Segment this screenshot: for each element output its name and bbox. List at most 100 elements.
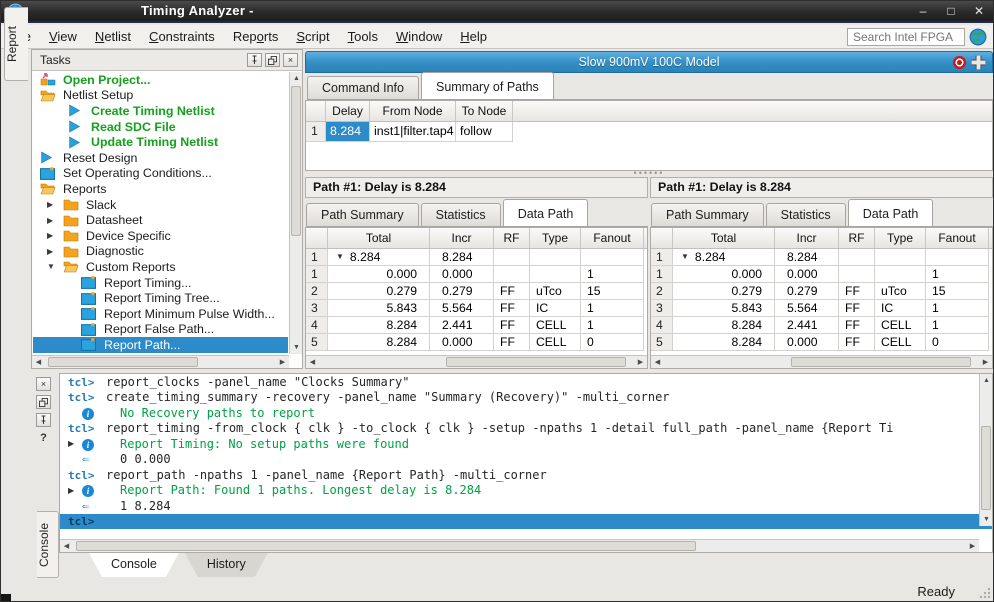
col-delay[interactable]: Delay (326, 101, 370, 121)
scrollbar-thumb[interactable] (76, 541, 696, 551)
chevron-down-icon[interactable]: ▼ (681, 249, 689, 265)
record-target-icon[interactable] (953, 56, 966, 69)
tab-path-summary[interactable]: Path Summary (651, 203, 764, 226)
table-row[interactable]: 2 0.279 0.279 FF uTco 15 (651, 283, 992, 300)
chevron-down-icon[interactable]: ▼ (43, 262, 63, 271)
chevron-right-icon[interactable]: ▶ (43, 200, 63, 209)
menu-constraints[interactable]: Constraints (140, 27, 224, 47)
menu-tools[interactable]: Tools (339, 27, 387, 47)
close-button[interactable]: ✕ (969, 2, 989, 20)
model-panel-titlebar[interactable]: Slow 900mV 100C Model (305, 51, 993, 73)
globe-icon[interactable] (969, 28, 987, 46)
tasks-vertical-scrollbar[interactable]: ▲ ▼ (289, 72, 302, 354)
close-icon[interactable]: × (283, 53, 298, 67)
task-netlist-setup[interactable]: Netlist Setup (33, 88, 288, 104)
task-report-timing[interactable]: Report Timing... (33, 275, 288, 291)
task-report-timing-tree[interactable]: Report Timing Tree... (33, 290, 288, 306)
task-create-timing-netlist[interactable]: Create Timing Netlist (33, 103, 288, 119)
table-row[interactable]: 3 5.843 5.564 FF IC 1 (306, 300, 647, 317)
col-incr[interactable]: Incr (775, 228, 839, 248)
task-open-project[interactable]: Open Project... (33, 72, 288, 88)
tab-statistics[interactable]: Statistics (766, 203, 846, 226)
scroll-left-icon[interactable]: ◀ (32, 356, 45, 369)
row-number[interactable]: 1 (306, 122, 326, 142)
scroll-down-icon[interactable]: ▼ (290, 341, 303, 354)
console-input-line[interactable]: tcl> (60, 514, 992, 530)
console-help-icon[interactable]: ? (36, 431, 51, 445)
tab-path-summary[interactable]: Path Summary (306, 203, 419, 226)
scroll-left-icon[interactable]: ◀ (306, 356, 319, 369)
tab-summary-of-paths[interactable]: Summary of Paths (421, 72, 554, 99)
to-node-cell[interactable]: follow (456, 122, 513, 142)
scroll-down-icon[interactable]: ▼ (980, 513, 993, 526)
col-fanout[interactable]: Fanout (581, 228, 644, 248)
menu-window[interactable]: Window (387, 27, 451, 47)
task-custom-reports-folder[interactable]: ▼ Custom Reports (33, 259, 288, 275)
col-incr[interactable]: Incr (430, 228, 494, 248)
scrollbar-thumb[interactable] (48, 357, 198, 367)
menu-view[interactable]: View (40, 27, 86, 47)
col-type[interactable]: Type (875, 228, 926, 248)
chevron-right-icon[interactable]: ▶ (43, 216, 63, 225)
tab-data-path[interactable]: Data Path (503, 199, 589, 226)
console-close-icon[interactable]: × (36, 377, 51, 391)
table-row[interactable]: 1 0.000 0.000 1 (651, 266, 992, 283)
col-total[interactable]: Total (673, 228, 775, 248)
from-node-cell[interactable]: inst1|filter.tap4 (370, 122, 456, 142)
task-datasheet-folder[interactable]: ▶ Datasheet (33, 212, 288, 228)
task-update-timing-netlist[interactable]: Update Timing Netlist (33, 134, 288, 150)
task-device-specific-folder[interactable]: ▶ Device Specific (33, 228, 288, 244)
tab-data-path[interactable]: Data Path (848, 199, 934, 226)
task-report-false-path[interactable]: Report False Path... (33, 322, 288, 338)
scroll-right-icon[interactable]: ▶ (276, 356, 289, 369)
table-row[interactable]: 5 8.284 0.000 FF CELL 0 (651, 334, 992, 351)
menu-script[interactable]: Script (287, 27, 338, 47)
float-icon[interactable] (265, 53, 280, 67)
task-reports-folder[interactable]: Reports (33, 181, 288, 197)
col-type[interactable]: Type (530, 228, 581, 248)
table-row[interactable]: 4 8.284 2.441 FF CELL 1 (306, 317, 647, 334)
pin-icon[interactable] (247, 53, 262, 67)
table-row[interactable]: 1 ▼8.284 8.284 (651, 249, 992, 266)
col-to-node[interactable]: To Node (456, 101, 513, 121)
console-panel[interactable]: tcl> report_clocks -panel_name "Clocks S… (59, 373, 993, 553)
expand-arrow-icon[interactable]: ▶ (68, 439, 82, 448)
console-pin-icon[interactable] (36, 413, 51, 427)
menu-help[interactable]: Help (451, 27, 496, 47)
scrollbar-thumb[interactable] (791, 357, 971, 367)
table-row[interactable]: 4 8.284 2.441 FF CELL 1 (651, 317, 992, 334)
delay-cell-selected[interactable]: 8.284 (326, 122, 370, 142)
table-row[interactable]: 5 8.284 0.000 FF CELL 0 (306, 334, 647, 351)
chevron-right-icon[interactable]: ▶ (43, 247, 63, 256)
search-input[interactable] (847, 28, 965, 46)
tab-command-info[interactable]: Command Info (307, 76, 419, 99)
table-row[interactable]: 1 0.000 0.000 1 (306, 266, 647, 283)
chevron-down-icon[interactable]: ▼ (336, 249, 344, 265)
scroll-up-icon[interactable]: ▲ (980, 374, 993, 387)
tasks-horizontal-scrollbar[interactable]: ◀ ▶ (32, 355, 289, 368)
minimize-button[interactable]: – (913, 2, 933, 20)
expand-arrow-icon[interactable]: ▶ (68, 486, 82, 495)
console-vertical-scrollbar[interactable]: ▲ ▼ (979, 374, 992, 526)
scrollbar-thumb[interactable] (446, 357, 626, 367)
col-rf[interactable]: RF (839, 228, 875, 248)
scrollbar-thumb[interactable] (981, 426, 991, 510)
table-row[interactable]: 3 5.843 5.564 FF IC 1 (651, 300, 992, 317)
path-table-horizontal-scrollbar[interactable]: ◀ ▶ (306, 355, 647, 368)
scroll-up-icon[interactable]: ▲ (290, 72, 303, 85)
menu-netlist[interactable]: Netlist (86, 27, 140, 47)
console-horizontal-scrollbar[interactable]: ◀ ▶ (60, 539, 979, 552)
col-total[interactable]: Total (328, 228, 430, 248)
table-row[interactable]: 1 ▼8.284 8.284 (306, 249, 647, 266)
path-table-horizontal-scrollbar[interactable]: ◀ ▶ (651, 355, 992, 368)
task-report-minimum-pulse-width[interactable]: Report Minimum Pulse Width... (33, 306, 288, 322)
scroll-right-icon[interactable]: ▶ (634, 356, 647, 369)
table-row[interactable]: 2 0.279 0.279 FF uTco 15 (306, 283, 647, 300)
task-diagnostic-folder[interactable]: ▶ Diagnostic (33, 244, 288, 260)
col-from-node[interactable]: From Node (370, 101, 456, 121)
chevron-right-icon[interactable]: ▶ (43, 231, 63, 240)
tab-console[interactable]: Console (89, 553, 179, 577)
tab-statistics[interactable]: Statistics (421, 203, 501, 226)
task-reset-design[interactable]: Reset Design (33, 150, 288, 166)
scrollbar-thumb[interactable] (291, 86, 301, 236)
